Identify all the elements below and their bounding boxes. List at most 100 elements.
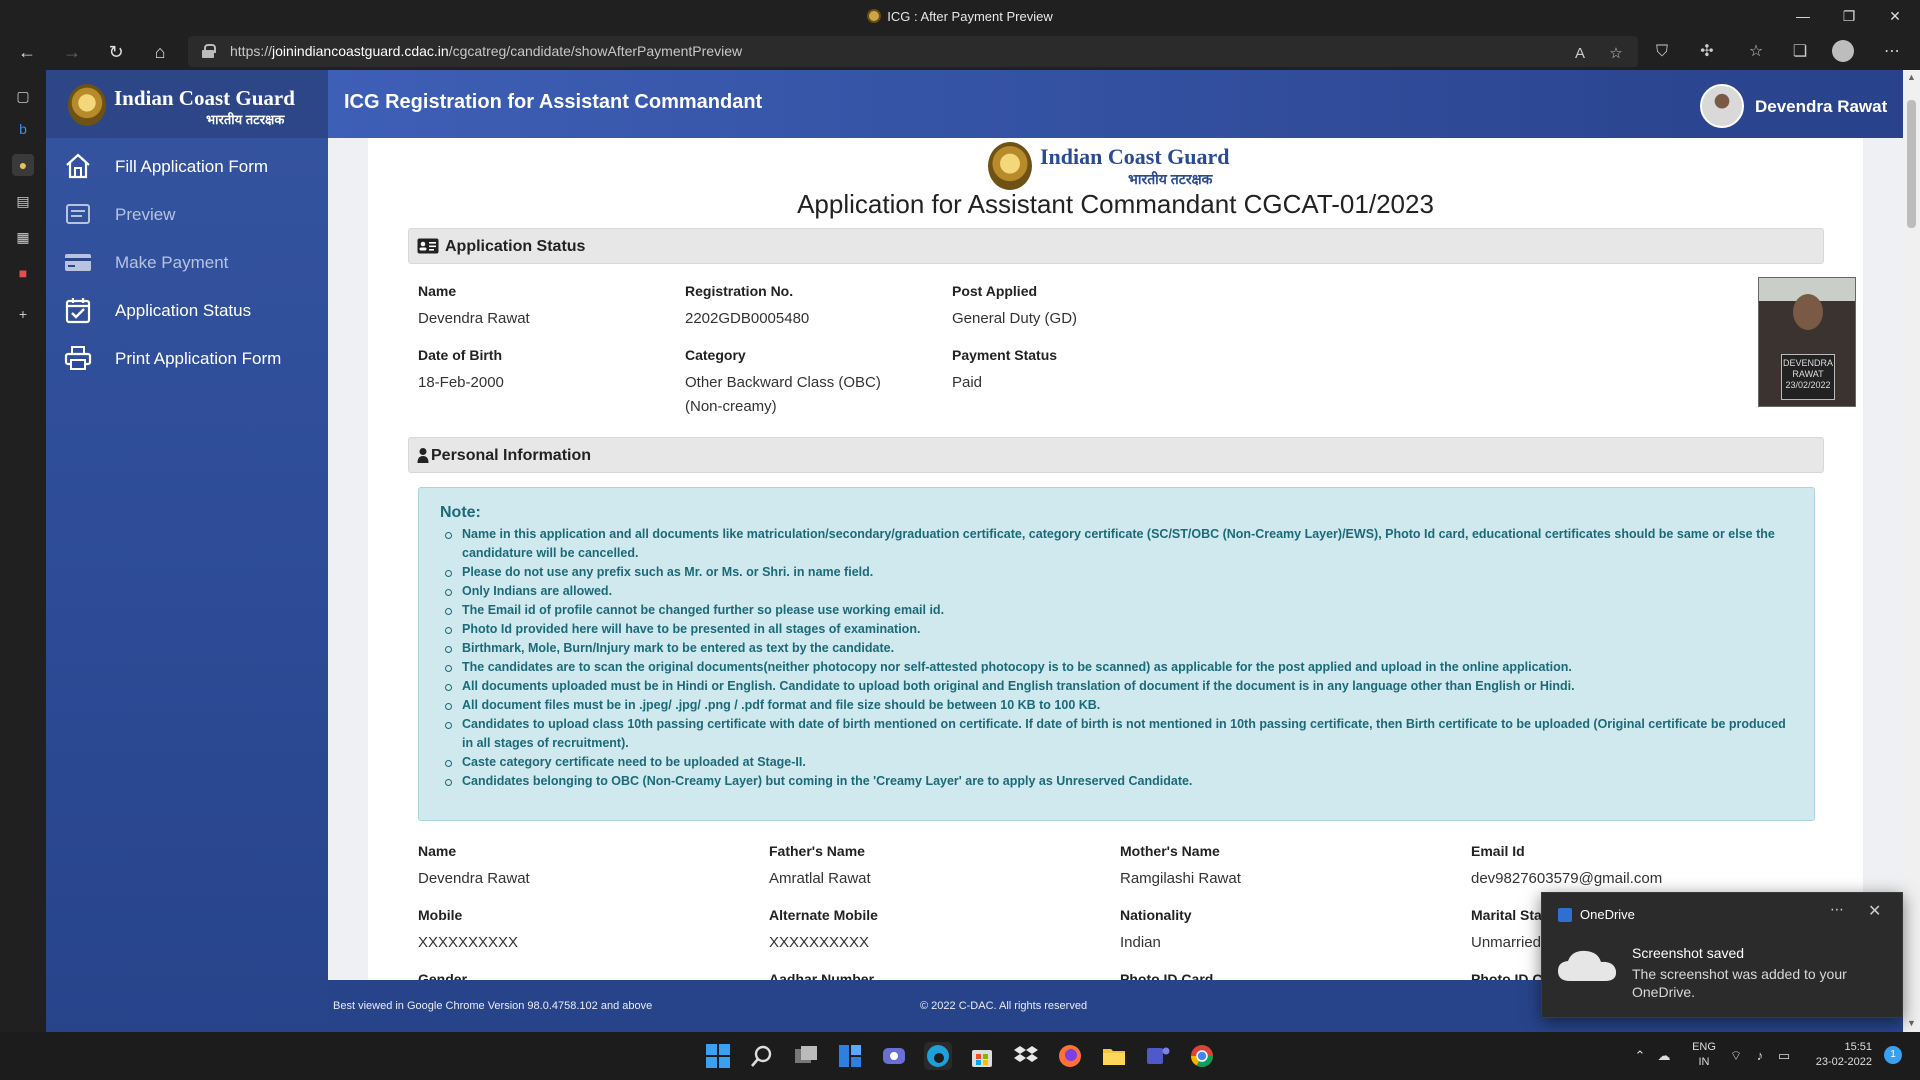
profile-avatar[interactable] [1832, 40, 1854, 62]
sidebar-item-print-application[interactable]: Print Application Form [46, 336, 328, 380]
language-indicator[interactable]: ENG IN [1688, 1040, 1720, 1070]
sidebar-brand-title: Indian Coast Guard [114, 86, 295, 110]
sidebar-item-make-payment[interactable]: Make Payment [46, 240, 328, 284]
dropbox-icon[interactable] [1012, 1042, 1040, 1070]
scroll-down-arrow-icon[interactable]: ▼ [1906, 1018, 1917, 1028]
onedrive-notification[interactable]: OneDrive ⋯ ✕ Screenshot saved The screen… [1541, 892, 1903, 1018]
browser-toolbar: ← → ↻ ⌂ https://joinindiancoastguard.cda… [0, 33, 1920, 70]
field-value: XXXXXXXXXX [418, 934, 519, 951]
firefox-icon[interactable] [1056, 1042, 1084, 1070]
field-label: Aadhar Number [769, 971, 875, 980]
collections-icon[interactable]: ❏ [1788, 40, 1812, 64]
more-menu-icon[interactable]: ⋯ [1880, 40, 1904, 64]
url-path: /cgcatreg/candidate/showAfterPaymentPrev… [448, 43, 743, 59]
page-brand-title: Indian Coast Guard [1040, 144, 1230, 169]
field-value: Indian [1120, 934, 1161, 951]
note-item: Name in this application and all documen… [440, 525, 1800, 563]
page-viewport: Indian Coast Guard भारतीय तटरक्षक Fill A… [46, 70, 1920, 1032]
note-item: Photo Id provided here will have to be p… [440, 620, 1800, 639]
notification-more-icon[interactable]: ⋯ [1830, 901, 1844, 918]
clock[interactable]: 15:51 23-02-2022 [1802, 1040, 1872, 1070]
start-button[interactable] [704, 1042, 732, 1070]
field-value: dev9827603579@gmail.com [1471, 870, 1663, 887]
new-tab-icon[interactable]: + [12, 303, 34, 325]
tray-chevron-up-icon[interactable]: ⌃ [1632, 1048, 1648, 1064]
teams-chat-icon[interactable] [880, 1042, 908, 1070]
battery-icon[interactable]: ▭ [1776, 1048, 1792, 1064]
onedrive-icon [1558, 908, 1572, 922]
minimize-button[interactable]: — [1780, 0, 1826, 33]
edge-browser-icon[interactable] [924, 1042, 952, 1070]
personal-field-photo-id: Photo ID Card [1120, 971, 1213, 980]
task-view-icon[interactable] [792, 1042, 820, 1070]
personal-field-nationality: Nationality Indian [1120, 907, 1192, 955]
notification-close-icon[interactable]: ✕ [1868, 901, 1881, 921]
scrollbar-thumb[interactable] [1907, 100, 1916, 228]
field-label: Registration No. [685, 283, 794, 299]
back-arrow-icon[interactable]: ← [12, 37, 42, 67]
favorites-icon[interactable]: ☆ [1744, 40, 1768, 64]
sidebar-item-label: Make Payment [115, 253, 229, 272]
window-title-text: ICG : After Payment Preview [887, 9, 1053, 24]
form-tab-icon[interactable]: ▦ [12, 226, 34, 248]
sidebar-brand[interactable]: Indian Coast Guard भारतीय तटरक्षक [46, 70, 328, 138]
document-tab-icon[interactable]: ▤ [12, 190, 34, 212]
sidebar-item-fill-application[interactable]: Fill Application Form [46, 144, 328, 188]
teams-icon[interactable] [1144, 1042, 1172, 1070]
note-item: Candidates to upload class 10th passing … [440, 715, 1800, 753]
volume-icon[interactable]: ♪ [1752, 1048, 1768, 1064]
field-label: Name [418, 843, 457, 859]
app-header: ICG Registration for Assistant Commandan… [328, 70, 1920, 138]
field-label: Name [418, 283, 457, 299]
widgets-icon[interactable] [836, 1042, 864, 1070]
close-window-button[interactable]: ✕ [1872, 0, 1918, 33]
sidebar-item-application-status[interactable]: Application Status [46, 288, 328, 332]
user-avatar[interactable] [1700, 84, 1744, 128]
file-explorer-icon[interactable] [1100, 1042, 1128, 1070]
sidebar-item-preview[interactable]: Preview [46, 192, 328, 236]
search-icon[interactable] [748, 1042, 776, 1070]
address-bar[interactable]: https://joinindiancoastguard.cdac.in/cgc… [188, 36, 1638, 67]
field-value: Devendra Rawat [418, 870, 530, 887]
icg-tab-icon[interactable]: ● [12, 154, 34, 176]
field-value: Amratlal Rawat [769, 870, 871, 887]
printer-icon [64, 346, 92, 370]
field-value: Devendra Rawat [418, 310, 530, 327]
read-aloud-icon[interactable]: A [1570, 44, 1590, 64]
field-label: Date of Birth [418, 347, 502, 363]
pdf-tab-icon[interactable]: ■ [12, 262, 34, 284]
tab-actions-icon[interactable]: ▢ [12, 85, 34, 107]
shield-icon[interactable]: ⛉ [1650, 40, 1674, 64]
field-label: Email Id [1471, 843, 1525, 859]
status-field-name: Name Devendra Rawat [418, 283, 530, 331]
user-name[interactable]: Devendra Rawat [1755, 97, 1887, 117]
app-header-title: ICG Registration for Assistant Commandan… [344, 91, 763, 113]
region-code: IN [1698, 1056, 1710, 1068]
section-title: Application Status [445, 238, 586, 255]
home-icon[interactable]: ⌂ [145, 37, 175, 67]
wifi-icon[interactable]: ⌔ [1728, 1048, 1744, 1064]
note-item: Candidates belonging to OBC (Non-Creamy … [440, 772, 1800, 791]
forward-arrow-icon[interactable]: → [57, 37, 87, 67]
extensions-icon[interactable]: ✣ [1695, 40, 1719, 64]
field-label: Gender [418, 971, 468, 980]
refresh-icon[interactable]: ↻ [101, 37, 131, 67]
restore-button[interactable]: ❐ [1826, 0, 1872, 33]
scroll-up-arrow-icon[interactable]: ▲ [1906, 72, 1917, 82]
microsoft-store-icon[interactable] [968, 1042, 996, 1070]
lock-icon[interactable] [202, 44, 216, 58]
personal-field-aadhar: Aadhar Number [769, 971, 874, 980]
note-item: Birthmark, Mole, Burn/Injury mark to be … [440, 639, 1800, 658]
onedrive-tray-icon[interactable]: ☁ [1656, 1048, 1672, 1064]
page-scrollbar[interactable]: ▲ ▼ [1903, 70, 1920, 1032]
chrome-icon[interactable] [1188, 1042, 1216, 1070]
bing-icon[interactable]: b [12, 118, 34, 140]
add-favorite-icon[interactable]: ☆ [1606, 44, 1626, 64]
notification-title: Screenshot saved [1632, 945, 1745, 961]
notification-body: The screenshot was added to your OneDriv… [1632, 966, 1847, 1000]
status-field-dob: Date of Birth 18-Feb-2000 [418, 347, 504, 395]
footer-copyright: © 2022 C-DAC. All rights reserved [920, 1000, 1088, 1012]
status-field-post: Post Applied General Duty (GD) [952, 283, 1077, 331]
notification-count-badge[interactable]: 1 [1884, 1046, 1902, 1064]
note-item: The candidates are to scan the original … [440, 658, 1800, 677]
